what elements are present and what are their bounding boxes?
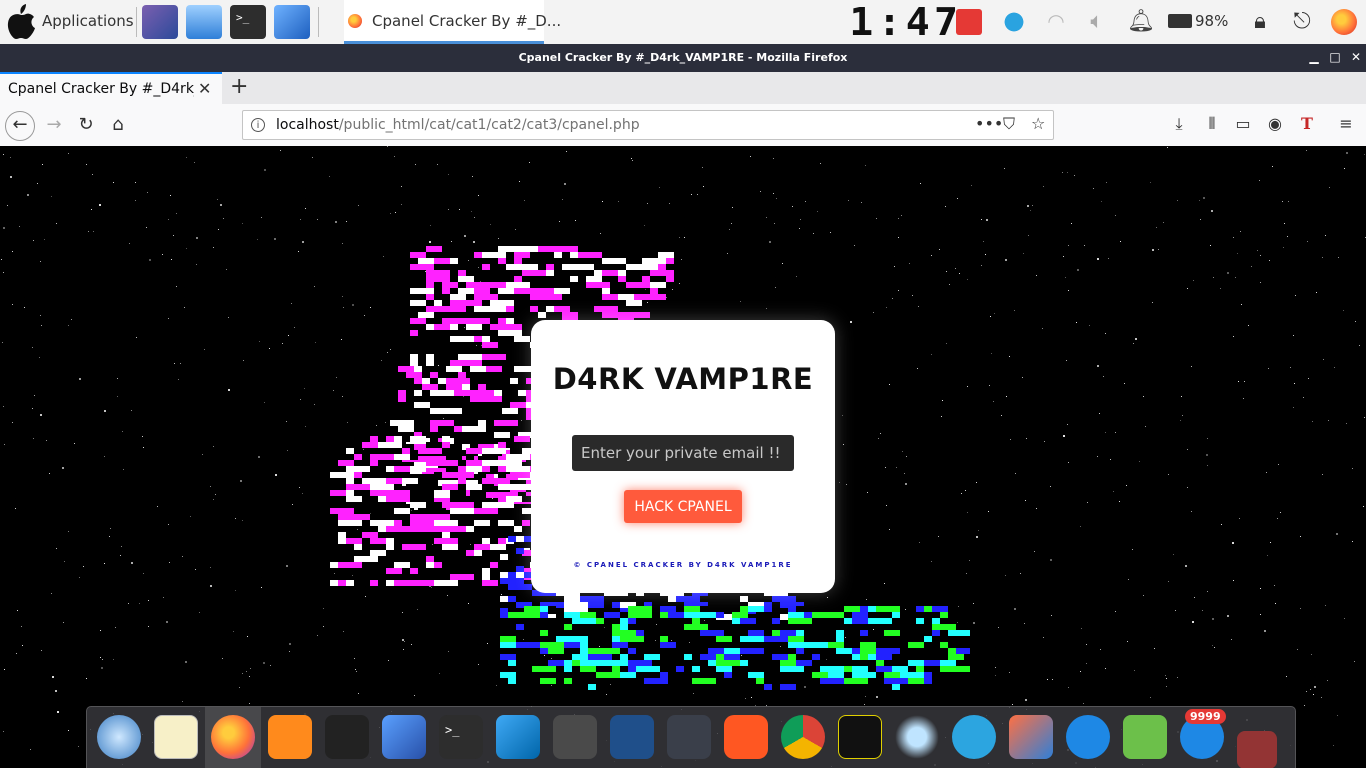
email-input[interactable]: [572, 435, 794, 471]
minimize-button[interactable]: ▁: [1306, 49, 1322, 65]
injector-tool-icon[interactable]: [325, 715, 369, 759]
close-window-button[interactable]: ✕: [1348, 49, 1364, 65]
eye-app-icon[interactable]: [895, 715, 939, 759]
volume-icon[interactable]: 🔈︎: [1084, 9, 1110, 35]
clock[interactable]: 1:47: [849, 0, 962, 44]
applications-menu[interactable]: Applications: [42, 12, 134, 30]
tab-strip: Cpanel Cracker By #_D4rk_ ✕ +: [0, 72, 1366, 104]
camera-icon[interactable]: [1237, 731, 1277, 768]
telegram-icon[interactable]: [952, 715, 996, 759]
sidebar-icon[interactable]: ▭: [1232, 114, 1254, 133]
navigation-toolbar: ← → ↻ ⌂ i localhost/public_html/cat/cat1…: [0, 104, 1366, 147]
battery-icon[interactable]: [1168, 14, 1192, 28]
file-manager-icon[interactable]: [186, 5, 222, 39]
url-text[interactable]: localhost/public_html/cat/cat1/cat2/cat3…: [276, 117, 640, 133]
close-tab-icon[interactable]: ✕: [198, 79, 211, 98]
battery-percent: 98%: [1195, 12, 1229, 30]
sublime-merge-icon[interactable]: [268, 715, 312, 759]
url-path: /public_html/cat/cat1/cat2/cat3/cpanel.p…: [338, 117, 640, 133]
reload-button[interactable]: ↻: [72, 111, 100, 139]
terminal-launcher-icon[interactable]: >_: [230, 5, 266, 39]
vscode-icon[interactable]: [496, 715, 540, 759]
matrix-app-icon[interactable]: [838, 715, 882, 759]
url-bar[interactable]: i localhost/public_html/cat/cat1/cat2/ca…: [242, 110, 1054, 140]
site-info-icon[interactable]: i: [251, 118, 265, 132]
home-button[interactable]: ⌂: [104, 111, 132, 139]
update-tray-icon[interactable]: [1001, 9, 1027, 35]
settings-gear-icon[interactable]: [1123, 715, 1167, 759]
page-actions-icon[interactable]: •••: [975, 114, 1003, 133]
screenshot-dock-icon[interactable]: [1009, 715, 1053, 759]
wifi-icon[interactable]: ◠: [1043, 9, 1069, 35]
notifications-bell-icon[interactable]: 🔔︎: [1127, 9, 1155, 35]
notes-icon[interactable]: [154, 715, 198, 759]
anydesk-tray-icon[interactable]: [956, 9, 982, 35]
new-tab-button[interactable]: +: [230, 74, 248, 99]
panel-separator: [136, 7, 137, 37]
logout-icon[interactable]: ⎋: [1289, 9, 1315, 35]
pocket-icon[interactable]: ⛉: [1003, 114, 1015, 134]
hack-cpanel-button[interactable]: HACK CPANEL: [624, 490, 742, 523]
remote-desktop-icon[interactable]: [382, 715, 426, 759]
system-panel: Applications >_ Cpanel Cracker By #_D...…: [0, 0, 1366, 45]
page-title: D4RK VAMP1RE: [552, 362, 814, 396]
tab-label: Cpanel Cracker By #_D4rk_: [8, 81, 194, 97]
shark-app-icon[interactable]: [97, 715, 141, 759]
metasploit-icon[interactable]: [610, 715, 654, 759]
library-icon[interactable]: ⫴: [1201, 114, 1223, 134]
firefox-dock-icon[interactable]: [211, 715, 255, 759]
window-title: Cpanel Cracker By #_D4rk_VAMP1RE - Mozil…: [518, 51, 848, 64]
account-icon[interactable]: ◉: [1264, 114, 1286, 133]
maximize-button[interactable]: □: [1327, 49, 1343, 65]
app-store-icon[interactable]: [1066, 715, 1110, 759]
apple-menu-icon[interactable]: [4, 3, 38, 41]
footer-credit: © CPANEL CRACKER BY D4RK VAMP1RE: [573, 561, 793, 569]
panel-task-label: Cpanel Cracker By #_D...: [372, 12, 562, 30]
sublime-text-icon[interactable]: [553, 715, 597, 759]
tab-cpanel-cracker[interactable]: Cpanel Cracker By #_D4rk_ ✕: [0, 72, 222, 104]
terminal-arrow-icon[interactable]: [667, 715, 711, 759]
lock-icon[interactable]: 🔒︎: [1247, 9, 1273, 35]
brave-browser-icon[interactable]: [724, 715, 768, 759]
desktop-launcher-icon[interactable]: [142, 5, 178, 39]
chrome-icon[interactable]: [781, 715, 825, 759]
menu-hamburger-icon[interactable]: ≡: [1335, 114, 1357, 133]
page-content: D4RK VAMP1RE HACK CPANEL © CPANEL CRACKE…: [0, 146, 1366, 768]
window-titlebar[interactable]: Cpanel Cracker By #_D4rk_VAMP1RE - Mozil…: [0, 44, 1366, 72]
terminal-dock-icon[interactable]: >_: [439, 715, 483, 759]
back-button[interactable]: ←: [5, 111, 35, 141]
firefox-icon: [348, 14, 362, 28]
extension-t-icon[interactable]: T: [1296, 114, 1318, 133]
panel-separator: [318, 7, 319, 37]
bookmark-star-icon[interactable]: ☆: [1031, 114, 1045, 133]
dock: >_ 9999: [86, 706, 1296, 768]
url-host: localhost: [276, 117, 339, 133]
forward-button[interactable]: →: [40, 111, 68, 139]
firefox-tray-icon[interactable]: [1331, 9, 1357, 35]
screenshot-launcher-icon[interactable]: [274, 5, 310, 39]
notification-badge: 9999: [1185, 709, 1226, 724]
login-card: D4RK VAMP1RE HACK CPANEL © CPANEL CRACKE…: [531, 320, 835, 593]
downloads-icon[interactable]: ⤓: [1168, 114, 1190, 134]
panel-task-firefox[interactable]: Cpanel Cracker By #_D...: [344, 0, 561, 44]
